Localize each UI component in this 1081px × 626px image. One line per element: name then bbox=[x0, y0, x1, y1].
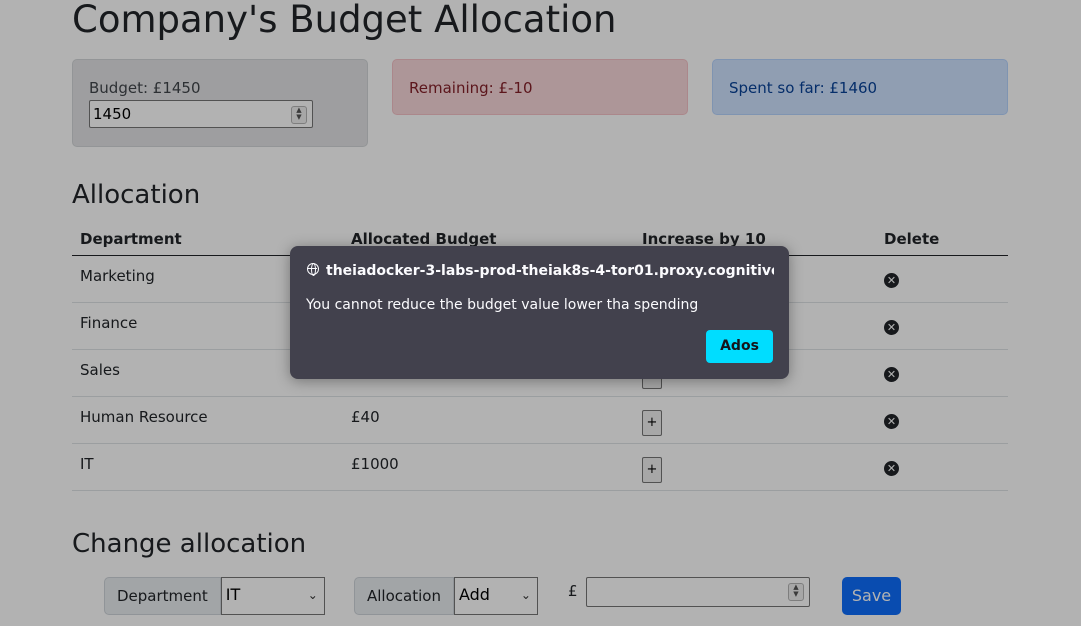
dialog-message: You cannot reduce the budget value lower… bbox=[306, 297, 699, 313]
alert-dialog: theiadocker-3-labs-prod-theiak8s-4-tor01… bbox=[290, 246, 789, 379]
dialog-origin: theiadocker-3-labs-prod-theiak8s-4-tor01… bbox=[326, 263, 774, 279]
dialog-ok-button[interactable]: Ados bbox=[706, 330, 773, 363]
globe-icon bbox=[307, 263, 319, 276]
